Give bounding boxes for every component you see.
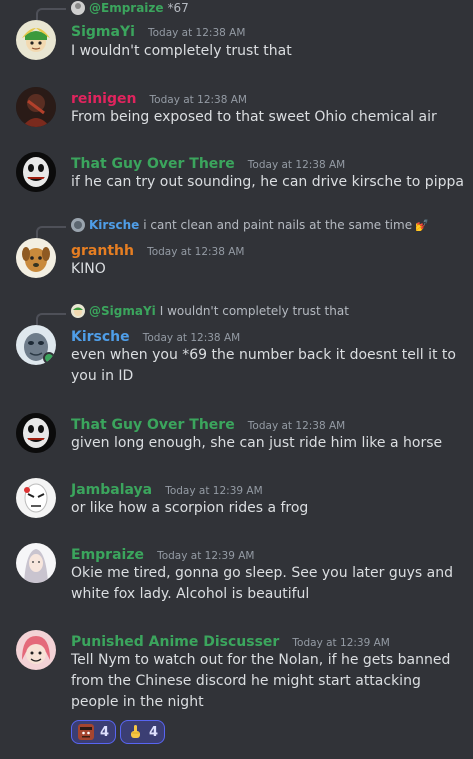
reply-author[interactable]: Kirsche [89,218,139,232]
message-text: even when you *69 the number back it doe… [71,347,456,384]
timestamp: Today at 12:39 AM [292,637,390,649]
timestamp: Today at 12:38 AM [149,94,247,106]
username[interactable]: That Guy Over There [71,156,235,172]
creepy-face-avatar-icon[interactable] [16,413,56,453]
timestamp: Today at 12:38 AM [147,27,246,39]
message-text: Tell Nym to watch out for the Nolan, if … [71,652,451,710]
username[interactable]: Empraize [71,547,144,563]
white-mask-avatar-icon[interactable] [16,478,56,518]
message-text: I wouldn't completely trust that [71,43,292,59]
reply-author[interactable]: @SigmaYi [89,304,156,318]
pink-hair-avatar-icon[interactable] [16,630,56,670]
username[interactable]: reinigen [71,91,136,107]
username[interactable]: SigmaYi [71,24,135,40]
link-avatar-icon[interactable] [16,20,56,60]
reaction-count: 4 [100,724,110,740]
message-text: KINO [71,261,106,277]
face-emoji-icon [78,724,94,740]
username[interactable]: Kirsche [71,329,130,345]
username[interactable]: Punished Anime Discusser [71,634,279,650]
dark-figure-avatar-icon[interactable] [16,87,56,127]
timestamp: Today at 12:39 AM [165,485,263,497]
reply-connector [36,313,66,325]
reply-connector [36,8,66,20]
timestamp: Today at 12:39 AM [157,550,255,562]
reply-preview[interactable]: Kirsche i cant clean and paint nails at … [71,217,429,233]
message-text: From being exposed to that sweet Ohio ch… [71,109,437,125]
reply-author[interactable]: @Empraize [89,1,164,15]
reply-text: *67 [167,1,189,15]
username[interactable]: granthh [71,243,134,259]
timestamp: Today at 12:38 AM [142,332,241,344]
reply-preview[interactable]: @Empraize *67 [71,0,189,16]
reply-connector [36,226,66,238]
creepy-face-avatar-icon[interactable] [16,152,56,192]
reply-text: i cant clean and paint nails at the same… [143,218,413,232]
dog-avatar-icon[interactable] [16,238,56,278]
timestamp: Today at 12:38 AM [247,420,346,432]
nail-polish-emoji-icon: 💅 [415,218,429,232]
message-text: given long enough, she can just ride him… [71,435,443,451]
grey-creature-avatar-icon[interactable] [16,325,56,365]
username[interactable]: That Guy Over There [71,417,235,433]
anime-girl-avatar-icon[interactable] [16,543,56,583]
message-text: if he can try out sounding, he can drive… [71,174,464,190]
reaction-button[interactable]: 4 [71,720,117,744]
username[interactable]: Jambalaya [71,482,152,498]
reactions-bar: 4 4 [71,720,166,744]
timestamp: Today at 12:38 AM [247,159,346,171]
reply-text: I wouldn't completely trust that [159,304,349,318]
reply-avatar-icon [71,304,85,318]
reaction-count: 4 [149,724,159,740]
reaction-button[interactable]: 4 [120,720,166,744]
message-text: Okie me tired, gonna go sleep. See you l… [71,565,453,602]
reply-avatar-icon [71,218,85,232]
reply-avatar-icon [71,1,85,15]
message-text: or like how a scorpion rides a frog [71,500,309,516]
timestamp: Today at 12:38 AM [147,246,245,258]
pointing-hand-emoji-icon [131,725,141,738]
reply-preview[interactable]: @SigmaYi I wouldn't completely trust tha… [71,303,349,319]
